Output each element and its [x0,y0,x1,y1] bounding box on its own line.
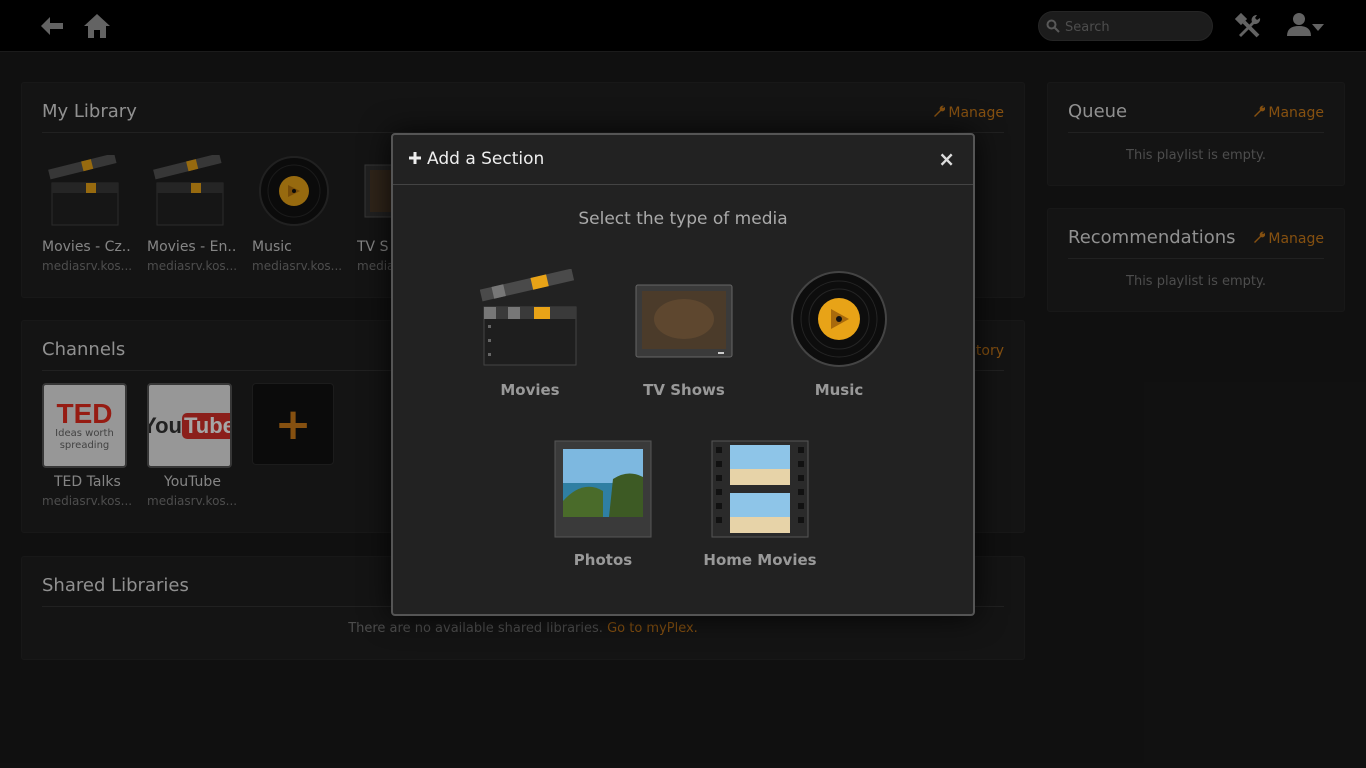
close-icon[interactable]: × [938,147,955,171]
vinyl-record-icon [789,269,889,369]
clapperboard-icon [480,269,580,369]
film-strip-icon [710,439,810,539]
media-option-photos[interactable]: Photos [538,439,668,569]
media-option-movies[interactable]: Movies [465,269,595,399]
media-option-home-movies[interactable]: Home Movies [695,439,825,569]
tv-icon [634,269,734,369]
media-option-tv-shows[interactable]: TV Shows [619,269,749,399]
dialog-subtitle: Select the type of media [578,209,788,229]
photo-icon [553,439,653,539]
add-section-dialog: Add a Section × Select the type of media… [391,133,975,616]
dialog-title: Add a Section [409,149,544,169]
plus-icon [409,149,421,169]
dialog-header: Add a Section × [393,135,973,185]
media-option-music[interactable]: Music [774,269,904,399]
